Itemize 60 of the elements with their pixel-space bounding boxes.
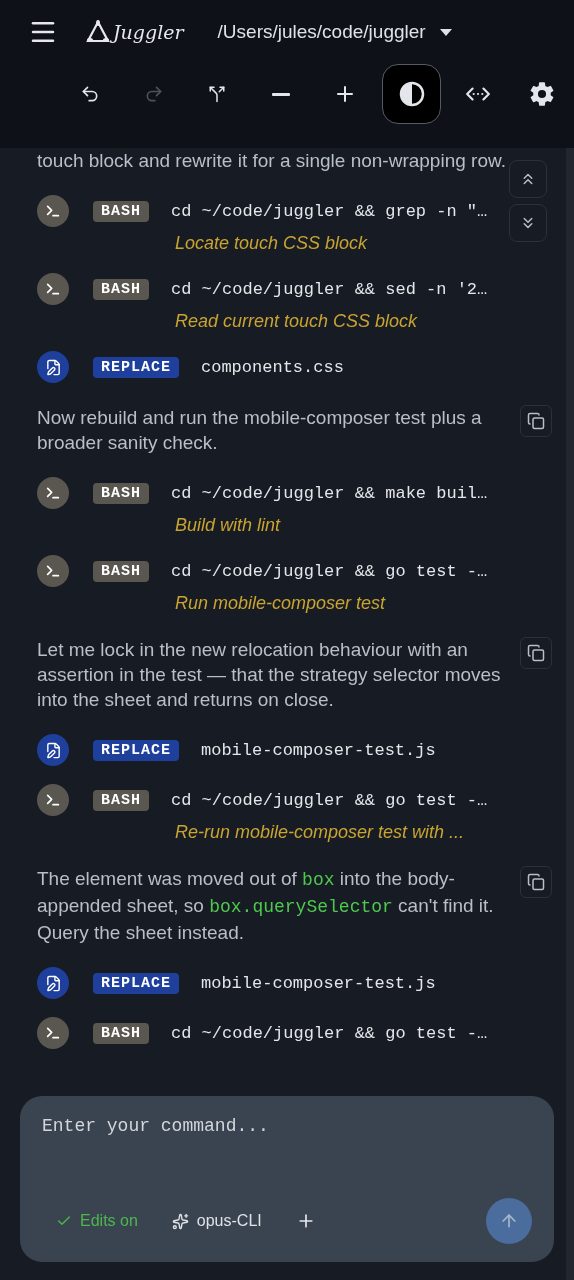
command-description: Run mobile-composer test [175, 592, 387, 615]
copy-button[interactable] [520, 637, 552, 669]
message-text: touch block and rewrite it for a single non-wrapping row. [37, 149, 507, 173]
contrast-button[interactable] [381, 64, 442, 124]
tool-badge: REPLACE [93, 972, 179, 994]
terminal-icon [37, 784, 69, 816]
command-composer[interactable]: Enter your command... Edits on opus-CLI [20, 1096, 554, 1262]
scroll-top-button[interactable] [509, 160, 547, 198]
file-edit-icon [37, 734, 69, 766]
command-input[interactable]: Enter your command... [20, 1096, 554, 1198]
edits-toggle[interactable]: Edits on [56, 1212, 138, 1230]
fork-icon [208, 85, 227, 103]
send-button[interactable] [486, 1198, 532, 1244]
command-text: cd ~/code/juggler && sed -n '2… [171, 279, 488, 299]
copy-icon [527, 873, 545, 891]
command-text: cd ~/code/juggler && make buil… [171, 483, 488, 503]
message-text: Let me lock in the new relocation behaviour with an assertion in the test — that the strategy selector moves into the sheet and returns on close. [37, 638, 502, 712]
tool-badge: REPLACE [93, 356, 179, 378]
scrollbar[interactable] [566, 148, 574, 1280]
copy-button[interactable] [520, 866, 552, 898]
tool-badge: BASH [93, 482, 149, 504]
sparkle-icon [171, 1212, 189, 1230]
command-text: cd ~/code/juggler && go test -… [171, 790, 488, 810]
command-text: cd ~/code/juggler && grep -n "… [171, 201, 488, 221]
file-name: mobile-composer-test.js [201, 973, 436, 993]
terminal-icon [37, 477, 69, 509]
tool-badge: REPLACE [93, 739, 179, 761]
copy-icon [527, 412, 545, 430]
terminal-icon [37, 555, 69, 587]
model-selector[interactable]: opus-CLI [171, 1212, 262, 1230]
command-description: Re-run mobile-composer test with ... [175, 821, 466, 844]
command-description: Build with lint [175, 514, 282, 537]
terminal-icon [37, 1017, 69, 1049]
command-text: cd ~/code/juggler && go test -… [171, 561, 488, 581]
file-edit-icon [37, 967, 69, 999]
scroll-bottom-button[interactable] [509, 204, 547, 242]
copy-button[interactable] [520, 405, 552, 437]
tool-badge: BASH [93, 200, 149, 222]
file-name: components.css [201, 357, 344, 377]
copy-icon [527, 644, 545, 662]
terminal-icon [37, 273, 69, 305]
tool-badge: BASH [93, 560, 149, 582]
tool-badge: BASH [93, 789, 149, 811]
minus-icon [272, 92, 291, 96]
project-path-dropdown[interactable]: /Users/jules/code/juggler [217, 21, 452, 43]
settings-icon [529, 81, 556, 107]
undo-icon [79, 84, 100, 104]
message-text: Now rebuild and run the mobile-composer test plus a broader sanity check. [37, 406, 483, 455]
command-text: cd ~/code/juggler && go test -… [171, 1023, 488, 1043]
command-description: Read current touch CSS block [175, 310, 419, 333]
file-name: mobile-composer-test.js [201, 740, 436, 760]
tool-badge: BASH [93, 278, 149, 300]
tool-badge: BASH [93, 1022, 149, 1044]
message-text: The element was moved out of box into the body-appended sheet, so box.querySelector can't find it. Query the sheet instead. [37, 867, 495, 945]
command-description: Locate touch CSS block [175, 232, 369, 255]
logo-icon [85, 19, 111, 45]
file-edit-icon [37, 351, 69, 383]
terminal-icon [37, 195, 69, 227]
contrast-icon [398, 81, 425, 107]
caret-icon [439, 28, 452, 36]
